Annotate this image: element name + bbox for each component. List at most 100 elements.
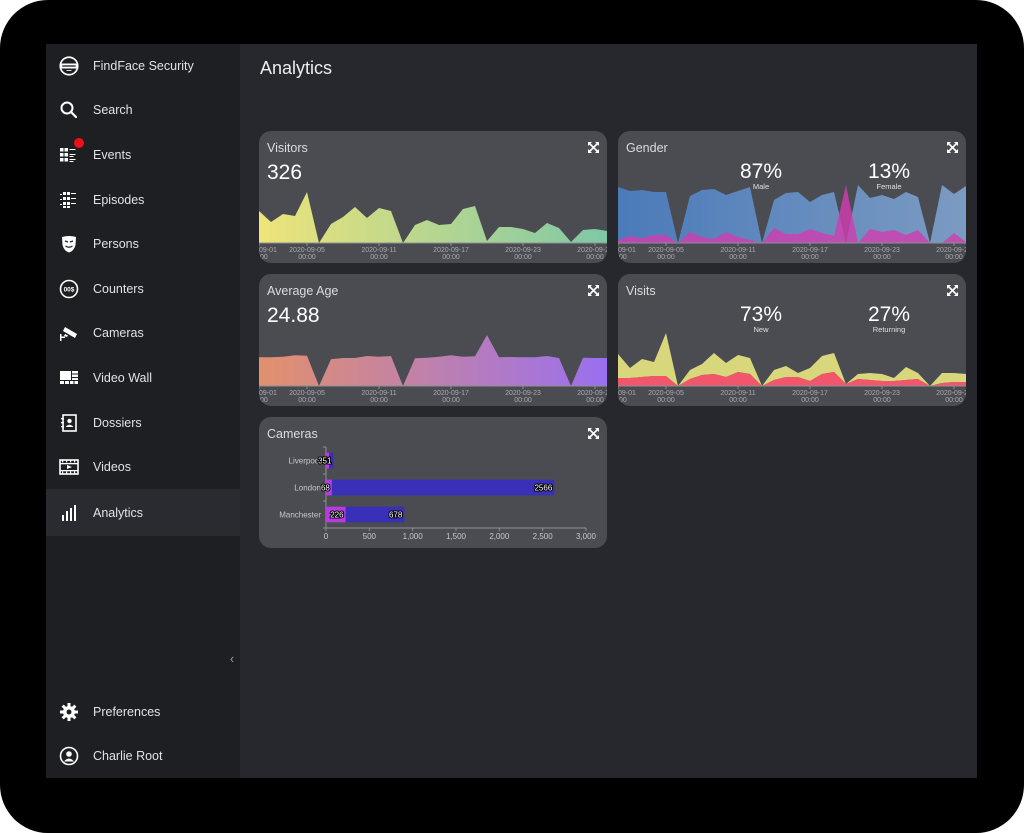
visits-card: 2020-09-0100:002020-09-0500:002020-09-11… [618,274,966,406]
visitors-count: 326 [267,161,303,184]
x-tick-label-time: 00:00 [298,254,316,261]
x-tick-label: 2020-09-29 [936,390,966,397]
x-tick-label: 2020-09-17 [433,247,469,254]
card-title: Gender [626,141,668,155]
sidebar-item-videos[interactable]: Videos [46,445,240,489]
average-age-area-series [259,335,607,386]
card-title: Visitors [267,141,308,155]
sidebar-item-events[interactable]: Events [46,133,240,177]
sidebar-item-search[interactable]: Search [46,88,240,132]
x-tick-label: 1,000 [403,532,424,541]
x-tick-label-time: 00:00 [259,397,268,404]
visits-chart: 2020-09-0100:002020-09-0500:002020-09-11… [618,333,966,404]
returning-percent-value: 27% [867,303,911,326]
camera-icon [59,323,79,343]
x-tick-label-time: 00:00 [657,397,675,404]
bar-chart-icon [59,503,79,523]
male-label: Male [752,182,770,191]
expand-icon[interactable] [588,142,599,153]
sidebar-item-episodes[interactable]: Episodes [46,178,240,222]
x-tick-label-time: 00:00 [259,254,268,261]
video-wall-icon [59,368,79,388]
events-notification-badge [74,138,84,148]
female-percentage: 13% Female [849,161,929,191]
x-tick-label: 2020-09-01 [618,390,636,397]
sidebar-item-label: Dossiers [93,416,142,430]
bar-data-label: 226 [330,511,344,520]
dossier-icon [59,413,79,433]
sidebar-item-persons[interactable]: Persons [46,222,240,266]
x-tick-label: 2020-09-29 [936,247,966,254]
x-tick-label-time: 00:00 [729,254,747,261]
returning-label: Returning [872,325,906,334]
x-tick-label-time: 00:00 [945,397,963,404]
x-tick-label-time: 00:00 [801,254,819,261]
counter-icon: 00$ [59,279,79,299]
bar-data-label: 2566 [534,484,552,493]
x-tick-label-time: 00:00 [442,397,460,404]
female-label: Female [876,182,902,191]
x-tick-label-time: 00:00 [514,397,532,404]
collapse-sidebar-button[interactable]: ‹ [226,651,238,667]
main-content: Analytics 2020-09-0100:002020-09-0500:00… [240,44,977,778]
bar-london-series-1 [331,479,555,496]
x-tick-label-time: 00:00 [298,397,316,404]
sidebar-item-dossiers[interactable]: Dossiers [46,401,240,445]
expand-icon[interactable] [588,285,599,296]
gear-icon [59,702,79,722]
x-tick-label-time: 00:00 [442,254,460,261]
expand-icon[interactable] [947,285,958,296]
x-tick-label: 2020-09-01 [618,247,636,254]
x-tick-label: 2020-09-23 [864,247,900,254]
sidebar-item-label: Persons [93,237,139,251]
user-profile[interactable]: Charlie Root [46,734,240,778]
x-tick-label-time: 00:00 [618,254,627,261]
sidebar-item-cameras[interactable]: Cameras [46,311,240,355]
expand-icon[interactable] [947,142,958,153]
sidebar-item-analytics[interactable]: Analytics [46,489,240,536]
x-tick-label: 2020-09-05 [648,247,684,254]
gender-card: 2020-09-0100:002020-09-0500:002020-09-11… [618,131,966,263]
visitors-chart: 2020-09-0100:002020-09-0500:002020-09-11… [259,192,607,261]
svg-text:00$: 00$ [64,287,75,294]
user-name: Charlie Root [93,749,163,763]
sidebar-item-preferences[interactable]: Preferences [46,690,240,734]
sidebar-item-label: Episodes [93,193,145,207]
x-tick-label-time: 00:00 [514,254,532,261]
x-tick-label: 2020-09-01 [259,390,277,397]
category-label: Liverpool [289,457,322,466]
new-percent-value: 73% [739,303,783,326]
category-label: London [294,484,321,493]
x-tick-label: 2020-09-17 [792,247,828,254]
x-tick-label-time: 00:00 [945,254,963,261]
new-label: New [753,325,769,334]
category-label: Manchester [279,511,321,520]
persons-mask-icon [59,234,79,254]
bar-data-label: 51 [323,457,332,466]
x-tick-label: 2020-09-29 [577,247,607,254]
x-tick-label: 2020-09-05 [289,247,325,254]
expand-icon[interactable] [588,428,599,439]
sidebar-item-label: Search [93,103,133,117]
average-age-value: 24.88 [267,304,320,327]
x-tick-label-time: 00:00 [801,397,819,404]
x-tick-label: 2020-09-17 [433,390,469,397]
events-icon [59,145,79,165]
findface-logo-icon [59,56,79,76]
x-tick-label: 500 [363,532,377,541]
app-logo-link[interactable]: FindFace Security [46,44,240,88]
x-tick-label-time: 00:00 [370,397,388,404]
x-tick-label: 2020-09-23 [864,390,900,397]
search-icon [59,100,79,120]
x-tick-label-time: 00:00 [370,254,388,261]
x-tick-label: 2020-09-29 [577,390,607,397]
new-visits-percentage: 73% New [721,304,801,334]
x-tick-label: 2020-09-05 [289,390,325,397]
sidebar-item-counters[interactable]: 00$ Counters [46,267,240,311]
x-tick-label: 2020-09-11 [361,390,396,397]
x-tick-label: 1,500 [446,532,467,541]
sidebar-item-label: Counters [93,282,144,296]
sidebar-item-video-wall[interactable]: Video Wall [46,356,240,400]
x-tick-label: 2020-09-11 [361,247,396,254]
sidebar-item-label: Preferences [93,705,161,719]
